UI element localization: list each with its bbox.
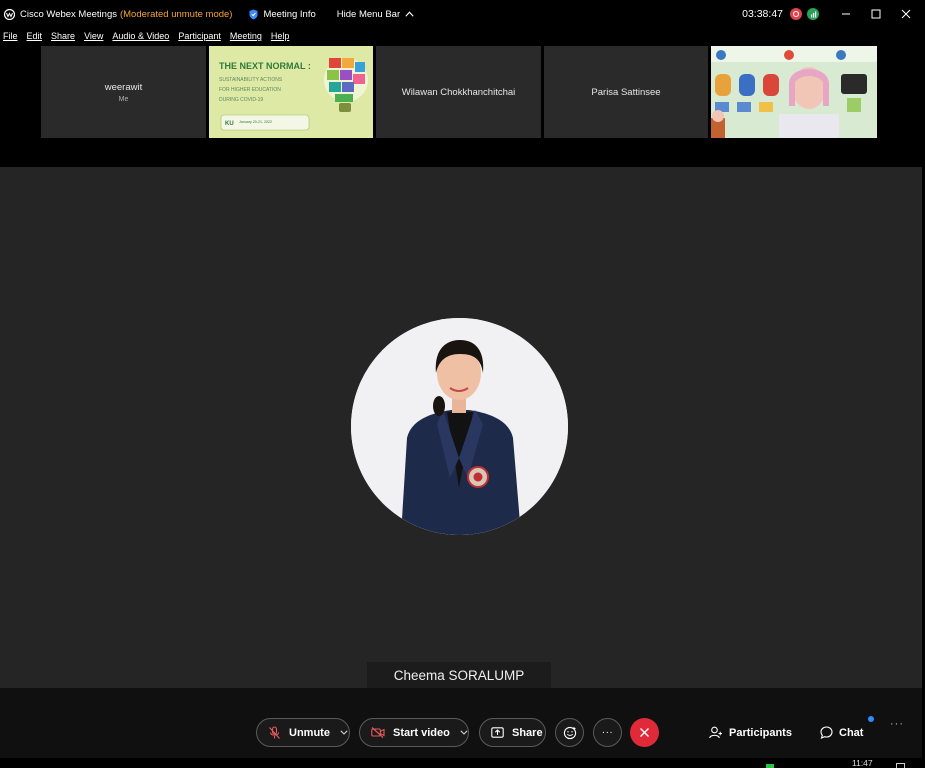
minimize-icon: [842, 13, 850, 15]
taskbar-notification-icon[interactable]: [896, 763, 905, 768]
speaker-avatar-image: [351, 318, 568, 535]
close-button[interactable]: [895, 0, 917, 28]
chat-notification-badge: [868, 716, 874, 722]
slide-image: THE NEXT NORMAL : SUSTAINABILITY ACTIONS…: [209, 46, 373, 138]
menu-participant[interactable]: Participant: [178, 31, 221, 41]
participant-name: Parisa Sattinsee: [591, 86, 661, 98]
menu-bar: File Edit Share View Audio & Video Parti…: [0, 28, 925, 44]
maximize-icon: [871, 9, 881, 19]
share-label: Share: [512, 726, 543, 739]
unmute-button[interactable]: Unmute: [256, 718, 350, 747]
taskbar-clock: 11:47: [852, 758, 873, 768]
speaker-avatar: [351, 318, 568, 535]
speaker-name-label: Cheema SORALUMP: [367, 662, 551, 689]
microphone-muted-icon: [268, 725, 281, 740]
menu-audio-video[interactable]: Audio & Video: [112, 31, 169, 41]
system-taskbar: 11:47: [0, 758, 925, 768]
chat-bubble-icon: [820, 726, 833, 739]
share-screen-icon: [491, 727, 504, 738]
meeting-controls: Unmute Start video Share ··· Participant…: [0, 688, 922, 768]
participant-tile-parisa[interactable]: Parisa Sattinsee: [544, 46, 708, 138]
participants-label: Participants: [729, 726, 792, 739]
moderated-mode-label: (Moderated unmute mode): [119, 8, 233, 20]
close-icon: [901, 9, 911, 19]
unmute-label: Unmute: [289, 726, 330, 739]
participant-strip: weerawit Me THE NEXT NORMAL : SUSTAINABI…: [0, 44, 925, 167]
hide-menu-bar-label: Hide Menu Bar: [336, 8, 401, 20]
hide-menu-bar-button[interactable]: Hide Menu Bar: [337, 9, 414, 20]
participant-name: Wilawan Chokkhanchitchai: [401, 86, 516, 98]
meeting-info-button[interactable]: Meeting Info: [249, 8, 316, 20]
menu-share[interactable]: Share: [51, 31, 75, 41]
participant-name: weerawit: [104, 81, 143, 93]
smiley-icon: [563, 726, 576, 739]
title-bar-right: 03:38:47: [742, 0, 925, 28]
slide-logo: KU: [225, 121, 234, 127]
menu-edit[interactable]: Edit: [27, 31, 43, 41]
participants-button[interactable]: Participants: [709, 718, 792, 747]
slide-line: SUSTAINABILITY ACTIONS: [219, 77, 283, 83]
participant-tile-wilawan[interactable]: Wilawan Chokkhanchitchai: [376, 46, 541, 138]
active-speaker-stage: Cheema SORALUMP: [0, 167, 922, 689]
title-bar: Cisco Webex Meetings (Moderated unmute m…: [0, 0, 925, 28]
slide-line: FOR HIGHER EDUCATION: [219, 87, 281, 93]
participant-me-label: Me: [118, 95, 129, 103]
chevron-down-icon[interactable]: [460, 730, 468, 735]
close-icon: [640, 728, 649, 737]
network-health-icon[interactable]: [807, 8, 819, 20]
video-off-icon: [371, 727, 385, 738]
recording-icon[interactable]: [790, 8, 802, 20]
menu-meeting[interactable]: Meeting: [230, 31, 262, 41]
reactions-button[interactable]: [555, 718, 584, 747]
slide-line: DURING COVID-19: [219, 97, 263, 103]
app-title: Cisco Webex Meetings: [20, 8, 117, 20]
participant-tile-self[interactable]: weerawit Me: [41, 46, 206, 138]
shield-icon: [249, 9, 258, 20]
participant-tile-slide[interactable]: THE NEXT NORMAL : SUSTAINABILITY ACTIONS…: [209, 46, 373, 138]
meeting-info-label: Meeting Info: [263, 8, 316, 20]
menu-file[interactable]: File: [3, 31, 18, 41]
end-meeting-button[interactable]: [630, 718, 659, 747]
participant-video-image: [711, 46, 877, 138]
share-button[interactable]: Share: [479, 718, 546, 747]
maximize-button[interactable]: [865, 0, 887, 28]
taskbar-app-icon[interactable]: [766, 764, 774, 768]
more-options-button[interactable]: ···: [593, 718, 622, 747]
start-video-button[interactable]: Start video: [359, 718, 469, 747]
participants-icon: [709, 726, 723, 739]
menu-help[interactable]: Help: [271, 31, 290, 41]
overflow-menu-button[interactable]: ···: [890, 718, 904, 730]
chat-label: Chat: [839, 726, 864, 739]
chat-button[interactable]: Chat: [820, 718, 863, 747]
menu-view[interactable]: View: [84, 31, 103, 41]
participant-tile-video[interactable]: [711, 46, 877, 138]
chevron-up-icon: [405, 11, 414, 17]
meeting-clock: 03:38:47: [742, 8, 783, 20]
webex-logo-icon: [4, 8, 15, 20]
start-video-label: Start video: [393, 726, 450, 739]
chevron-down-icon[interactable]: [340, 730, 348, 735]
more-options-icon: ···: [601, 727, 614, 738]
minimize-button[interactable]: [835, 0, 857, 28]
slide-title: THE NEXT NORMAL :: [219, 61, 311, 71]
slide-date: January 20-21, 2022: [239, 120, 272, 124]
